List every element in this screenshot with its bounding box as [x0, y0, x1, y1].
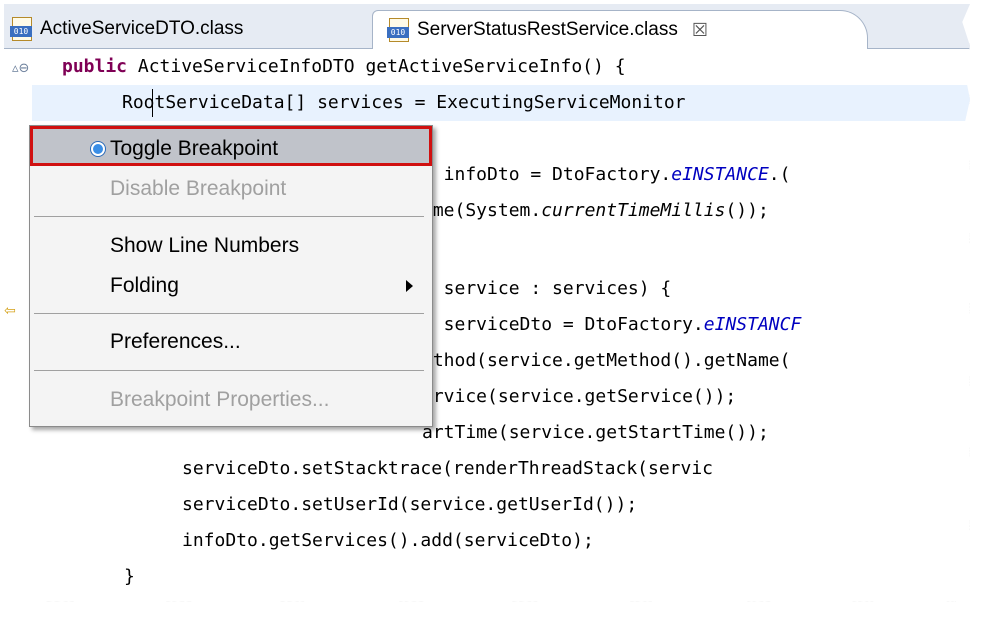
- editor-tab-bar: 010 ActiveServiceDTO.class 010 ServerSta…: [4, 4, 970, 49]
- menu-separator: [34, 216, 424, 217]
- screenshot-frame: 010 ActiveServiceDTO.class 010 ServerSta…: [4, 4, 970, 602]
- fold-collapse-icon[interactable]: ▵⊖: [12, 61, 29, 76]
- menu-item-show-line-numbers[interactable]: Show Line Numbers: [30, 226, 432, 266]
- code-line: ethod(service.getMethod().getName(: [422, 350, 791, 371]
- code-line: D serviceDto = DtoFactory.eINSTANCF: [422, 314, 802, 335]
- code-line: }: [124, 566, 135, 587]
- code-line: public ActiveServiceInfoDTO getActiveSer…: [62, 56, 626, 77]
- code-line: infoDto.getServices().add(serviceDto);: [182, 530, 594, 551]
- tab-active-service-dto[interactable]: 010 ActiveServiceDTO.class: [10, 10, 350, 48]
- menu-item-breakpoint-properties: Breakpoint Properties...: [110, 388, 330, 411]
- submenu-arrow-icon: [406, 280, 413, 292]
- code-line: artTime(service.getStartTime());: [422, 422, 769, 443]
- code-line: a service : services) {: [422, 278, 672, 299]
- tab-label: ActiveServiceDTO.class: [40, 18, 244, 39]
- tab-label: ServerStatusRestService.class: [417, 19, 678, 40]
- menu-separator: [34, 313, 424, 314]
- editor-gutter[interactable]: [4, 49, 32, 602]
- text-cursor: [152, 89, 153, 117]
- code-line: D infoDto = DtoFactory.eINSTANCE.(: [422, 164, 791, 185]
- menu-item-disable-breakpoint: Disable Breakpoint: [110, 177, 287, 200]
- menu-item-folding[interactable]: Folding: [30, 266, 432, 306]
- menu-separator: [34, 370, 424, 371]
- code-line: serviceDto.setStacktrace(renderThreadSta…: [182, 458, 714, 479]
- menu-item-toggle-breakpoint[interactable]: Toggle Breakpoint: [30, 126, 432, 166]
- code-line: ervice(service.getService());: [422, 386, 737, 407]
- class-file-icon: 010: [10, 17, 34, 41]
- tab-server-status-rest-service[interactable]: 010 ServerStatusRestService.class ☒: [372, 10, 868, 49]
- code-line: RootServiceData[] services = ExecutingSe…: [122, 92, 686, 113]
- class-file-icon: 010: [387, 18, 411, 42]
- close-icon[interactable]: ☒: [692, 20, 708, 41]
- ruler-context-menu: Toggle Breakpoint Disable Breakpoint Sho…: [29, 125, 433, 427]
- debug-arrow-icon: ⇦: [4, 303, 16, 319]
- code-line: ime(System.currentTimeMillis());: [422, 200, 769, 221]
- radio-selected-icon: [91, 142, 105, 156]
- menu-item-preferences[interactable]: Preferences...: [30, 322, 432, 362]
- code-line: serviceDto.setUserId(service.getUserId()…: [182, 494, 638, 515]
